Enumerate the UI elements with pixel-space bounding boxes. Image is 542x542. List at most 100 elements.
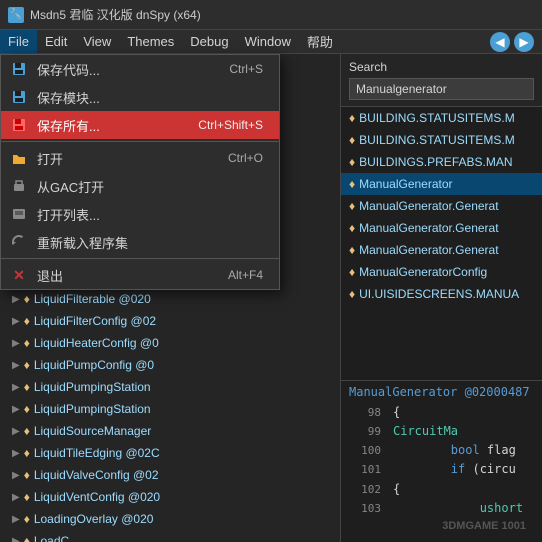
menu-view[interactable]: View bbox=[75, 30, 119, 53]
menu-item-open-list[interactable]: 打开列表... bbox=[1, 200, 279, 228]
class-icon: ♦ bbox=[24, 424, 30, 438]
class-icon: ♦ bbox=[24, 402, 30, 416]
list-item[interactable]: ♦ ManualGenerator.Generat bbox=[341, 217, 542, 239]
assembly-icon: ♦ bbox=[349, 287, 355, 301]
line-content: CircuitMa bbox=[393, 422, 458, 441]
class-icon: ♦ bbox=[24, 446, 30, 460]
class-icon: ♦ bbox=[24, 380, 30, 394]
list-item[interactable]: ▶ ♦ LoadingOverlay @020 bbox=[0, 508, 340, 530]
list-item[interactable]: ♦ BUILDINGS.PREFABS.MAN bbox=[341, 151, 542, 173]
save-all-icon bbox=[9, 115, 29, 135]
assembly-list: ♦ BUILDING.STATUSITEMS.M ♦ BUILDING.STAT… bbox=[341, 107, 542, 380]
line-number: 102 bbox=[349, 481, 381, 499]
exit-icon: ✕ bbox=[9, 265, 29, 285]
nav-forward-button[interactable]: ▶ bbox=[514, 32, 534, 52]
list-item[interactable]: ♦ BUILDING.STATUSITEMS.M bbox=[341, 129, 542, 151]
list-item[interactable]: ▶ ♦ LiquidFilterConfig @02 bbox=[0, 310, 340, 332]
menu-themes[interactable]: Themes bbox=[119, 30, 182, 53]
titlebar-title: Msdn5 君临 汉化版 dnSpy (x64) bbox=[30, 6, 201, 23]
file-dropdown-menu: 保存代码... Ctrl+S 保存模块... 保存所有... Ctrl+Shif… bbox=[0, 54, 280, 290]
class-icon: ♦ bbox=[24, 534, 30, 542]
assembly-icon: ♦ bbox=[349, 221, 355, 235]
menu-item-exit[interactable]: ✕ 退出 Alt+F4 bbox=[1, 261, 279, 289]
arrow-icon: ▶ bbox=[12, 294, 20, 305]
arrow-icon: ▶ bbox=[12, 360, 20, 371]
line-number: 99 bbox=[349, 423, 381, 441]
assembly-icon: ♦ bbox=[349, 133, 355, 147]
line-number: 101 bbox=[349, 461, 381, 479]
menu-window[interactable]: Window bbox=[237, 30, 299, 53]
search-label: Search bbox=[349, 60, 534, 74]
arrow-icon: ▶ bbox=[12, 470, 20, 481]
class-icon: ♦ bbox=[24, 314, 30, 328]
app-icon-letter: 🔧 bbox=[10, 9, 22, 20]
menu-edit[interactable]: Edit bbox=[37, 30, 75, 53]
arrow-icon: ▶ bbox=[12, 514, 20, 525]
list-item[interactable]: ♦ UI.UISIDESCREENS.MANUA bbox=[341, 283, 542, 305]
list-item[interactable]: ▶ ♦ LiquidFilterable @020 bbox=[0, 288, 340, 310]
main-layout: ▶ ♦ LiquidFilterable @020 ▶ ♦ LiquidFilt… bbox=[0, 54, 542, 542]
reload-icon bbox=[9, 232, 29, 252]
menu-item-reload[interactable]: 重新载入程序集 bbox=[1, 228, 279, 256]
app-icon: 🔧 bbox=[8, 7, 24, 23]
list-item[interactable]: ▶ ♦ LiquidPumpConfig @0 bbox=[0, 354, 340, 376]
right-panel: Search ♦ BUILDING.STATUSITEMS.M ♦ BUILDI… bbox=[340, 54, 542, 542]
list-item[interactable]: ▶ ♦ LiquidVentConfig @020 bbox=[0, 486, 340, 508]
arrow-icon: ▶ bbox=[12, 536, 20, 542]
assembly-icon: ♦ bbox=[349, 177, 355, 191]
code-line: 99 CircuitMa bbox=[349, 422, 534, 441]
line-content: { bbox=[393, 480, 400, 499]
save-code-icon bbox=[9, 59, 29, 79]
watermark: 3DMGAME 1001 bbox=[333, 516, 534, 536]
list-item[interactable]: ♦ ManualGenerator.Generat bbox=[341, 239, 542, 261]
list-icon bbox=[9, 204, 29, 224]
gac-icon bbox=[9, 176, 29, 196]
list-item[interactable]: ▶ ♦ LiquidTileEdging @02C bbox=[0, 442, 340, 464]
menu-file[interactable]: File bbox=[0, 30, 37, 53]
list-item-selected[interactable]: ♦ ManualGenerator bbox=[341, 173, 542, 195]
open-icon bbox=[9, 148, 29, 168]
arrow-icon: ▶ bbox=[12, 492, 20, 503]
menu-debug[interactable]: Debug bbox=[182, 30, 236, 53]
menu-item-save-code[interactable]: 保存代码... Ctrl+S bbox=[1, 55, 279, 83]
class-icon: ♦ bbox=[24, 468, 30, 482]
code-line: 98 { bbox=[349, 403, 534, 422]
line-content: { bbox=[393, 403, 400, 422]
arrow-icon: ▶ bbox=[12, 382, 20, 393]
list-item[interactable]: ▶ ♦ LiquidPumpingStation bbox=[0, 376, 340, 398]
arrow-icon: ▶ bbox=[12, 426, 20, 437]
save-module-icon bbox=[9, 87, 29, 107]
class-icon: ♦ bbox=[24, 292, 30, 306]
nav-back-button[interactable]: ◀ bbox=[490, 32, 510, 52]
menu-item-save-module[interactable]: 保存模块... bbox=[1, 83, 279, 111]
class-icon: ♦ bbox=[24, 490, 30, 504]
code-line: 102 { bbox=[349, 480, 534, 499]
left-panel: ▶ ♦ LiquidFilterable @020 ▶ ♦ LiquidFilt… bbox=[0, 54, 340, 542]
menu-item-open[interactable]: 打开 Ctrl+O bbox=[1, 144, 279, 172]
list-item[interactable]: ♦ ManualGeneratorConfig bbox=[341, 261, 542, 283]
list-item[interactable]: ▶ ♦ LiquidValveConfig @02 bbox=[0, 464, 340, 486]
code-panel: ManualGenerator @02000487 98 { 99 Circui… bbox=[341, 380, 542, 522]
assembly-icon: ♦ bbox=[349, 243, 355, 257]
list-item[interactable]: ▶ ♦ LiquidHeaterConfig @0 bbox=[0, 332, 340, 354]
arrow-icon: ▶ bbox=[12, 404, 20, 415]
menu-item-open-gac[interactable]: 从GAC打开 bbox=[1, 172, 279, 200]
menu-item-save-all[interactable]: 保存所有... Ctrl+Shift+S bbox=[1, 111, 279, 139]
list-item[interactable]: ▶ ♦ LiquidSourceManager bbox=[0, 420, 340, 442]
line-number: 100 bbox=[349, 442, 381, 460]
arrow-icon: ▶ bbox=[12, 316, 20, 327]
separator bbox=[1, 141, 279, 142]
search-input[interactable] bbox=[349, 78, 534, 100]
separator bbox=[1, 258, 279, 259]
list-item[interactable]: ♦ BUILDING.STATUSITEMS.M bbox=[341, 107, 542, 129]
list-item[interactable]: ▶ ♦ LiquidPumpingStation bbox=[0, 398, 340, 420]
menu-help[interactable]: 帮助 bbox=[299, 30, 341, 53]
class-icon: ♦ bbox=[24, 336, 30, 350]
line-number: 98 bbox=[349, 404, 381, 422]
assembly-icon: ♦ bbox=[349, 111, 355, 125]
arrow-icon: ▶ bbox=[12, 448, 20, 459]
assembly-icon: ♦ bbox=[349, 199, 355, 213]
list-item[interactable]: ♦ ManualGenerator.Generat bbox=[341, 195, 542, 217]
list-item[interactable]: ▶ ♦ LoadC... bbox=[0, 530, 340, 542]
arrow-icon: ▶ bbox=[12, 338, 20, 349]
